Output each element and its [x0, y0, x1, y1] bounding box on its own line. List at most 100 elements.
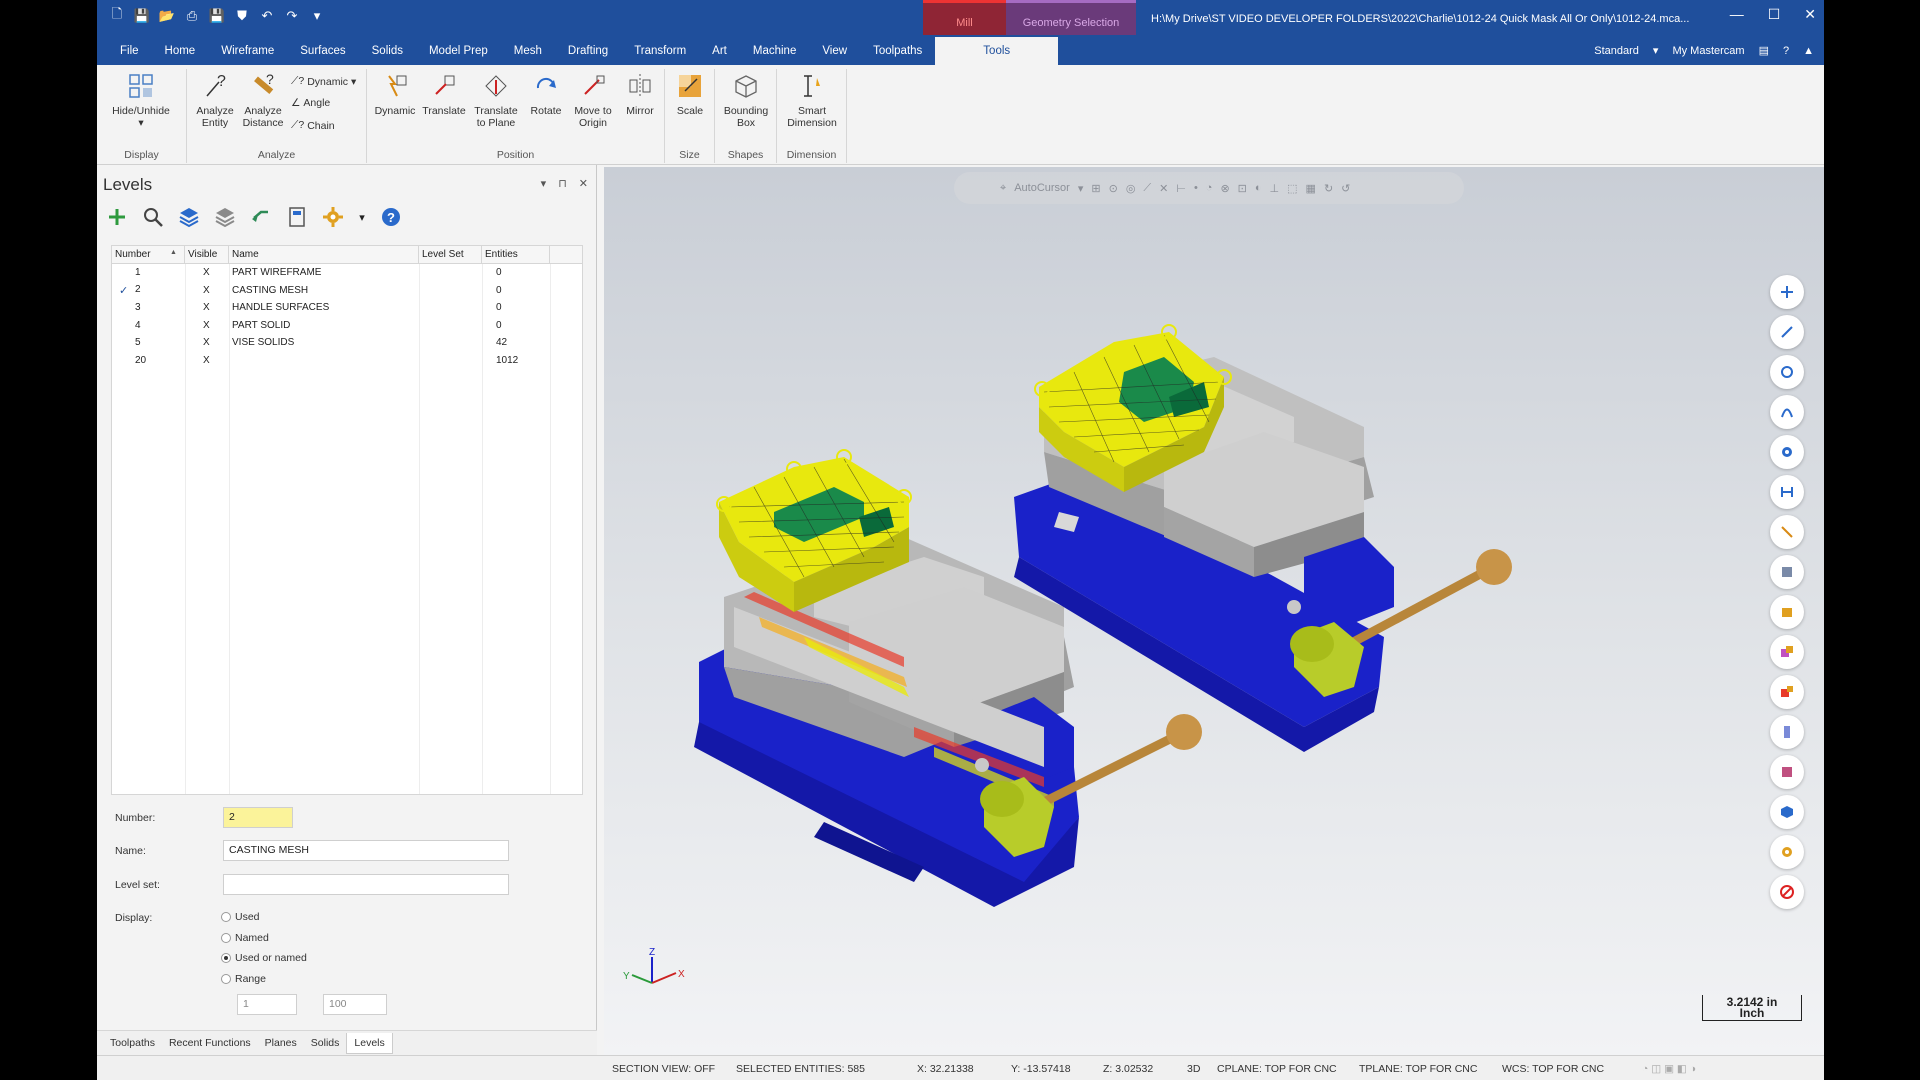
model-view[interactable]: Z X Y — [604, 167, 1824, 1055]
display-option-used-or-named[interactable]: Used or named — [221, 952, 307, 964]
attribute-icon[interactable] — [1770, 755, 1804, 789]
manager-tab-toolpaths[interactable]: Toolpaths — [103, 1033, 162, 1053]
extrude-icon[interactable] — [1770, 595, 1804, 629]
manager-tab-recent-functions[interactable]: Recent Functions — [162, 1033, 258, 1053]
range-to-field[interactable]: 100 — [323, 994, 387, 1015]
display-option-range[interactable]: Range — [221, 973, 266, 985]
visible-toggle[interactable]: X — [185, 302, 229, 313]
solid-icon[interactable] — [1770, 555, 1804, 589]
trim-icon[interactable] — [1770, 515, 1804, 549]
layers-gray-icon[interactable] — [213, 205, 237, 229]
smart-dimension-button[interactable]: Smart Dimension — [781, 71, 843, 129]
table-row[interactable]: 4 X PART SOLID 0 — [112, 317, 582, 335]
workspace-dropdown-icon[interactable]: ▾ — [1653, 44, 1659, 57]
tab-art[interactable]: Art — [699, 45, 740, 65]
tab-surfaces[interactable]: Surfaces — [287, 45, 358, 65]
rotate-button[interactable]: Rotate — [525, 71, 567, 117]
view-options-icon[interactable]: ◔ ◫ ▣ ◧ ◑ — [1642, 1063, 1696, 1075]
help-circle-icon[interactable]: ? — [379, 205, 403, 229]
gear-icon[interactable] — [1770, 435, 1804, 469]
add-icon[interactable] — [1770, 275, 1804, 309]
tplane-status[interactable]: TPLANE: TOP FOR CNC — [1359, 1063, 1477, 1075]
translate-to-plane-button[interactable]: Translate to Plane — [469, 71, 523, 129]
level-set-field[interactable] — [223, 874, 509, 895]
column-header-level-set[interactable]: Level Set — [419, 246, 482, 263]
sort-asc-icon[interactable]: ▲ — [170, 249, 177, 256]
level-icon[interactable] — [1770, 715, 1804, 749]
tab-solids[interactable]: Solids — [359, 45, 416, 65]
search-icon[interactable] — [141, 205, 165, 229]
pin-icon[interactable]: ⊓ — [558, 177, 567, 190]
context-tab-mill[interactable]: Mill — [923, 0, 1006, 35]
name-field[interactable]: CASTING MESH — [223, 840, 509, 861]
save-icon[interactable]: 💾 — [134, 8, 150, 24]
angle-button[interactable]: ∠ Angle — [291, 97, 330, 109]
feedback-icon[interactable]: ▤ — [1759, 44, 1769, 57]
my-mastercam-button[interactable]: My Mastercam — [1672, 45, 1744, 57]
dynamic-analyze-button[interactable]: ⟋? Dynamic ▾ — [291, 75, 356, 88]
bounding-box-button[interactable]: Bounding Box — [719, 71, 773, 129]
column-header-visible[interactable]: Visible — [185, 246, 229, 263]
move-to-origin-button[interactable]: Move to Origin — [567, 71, 619, 129]
range-from-field[interactable]: 1 — [237, 994, 297, 1015]
undo-icon[interactable]: ↶ — [259, 8, 275, 24]
table-row[interactable]: ✓ 2 X CASTING MESH 0 — [112, 282, 582, 300]
tab-home[interactable]: Home — [152, 45, 209, 65]
dynamic-position-button[interactable]: Dynamic — [371, 71, 419, 117]
boolean-icon[interactable] — [1770, 635, 1804, 669]
tab-mesh[interactable]: Mesh — [501, 45, 555, 65]
tab-drafting[interactable]: Drafting — [555, 45, 621, 65]
tab-toolpaths[interactable]: Toolpaths — [860, 45, 935, 65]
table-row[interactable]: 5 X VISE SOLIDS 42 — [112, 334, 582, 352]
curve-icon[interactable] — [1770, 395, 1804, 429]
tab-transform[interactable]: Transform — [621, 45, 699, 65]
layers-icon[interactable] — [177, 205, 201, 229]
context-tab-geometry-selection[interactable]: Geometry Selection — [1006, 0, 1136, 35]
clear-icon[interactable] — [1770, 875, 1804, 909]
hide-unhide-button[interactable]: Hide/Unhide ▾ — [105, 71, 177, 129]
mode-toggle[interactable]: 3D — [1187, 1063, 1200, 1075]
customize-icon[interactable]: ▾ — [309, 8, 325, 24]
workspace-selector[interactable]: Standard — [1594, 45, 1639, 57]
display-option-used[interactable]: Used — [221, 911, 260, 923]
cplane-status[interactable]: CPLANE: TOP FOR CNC — [1217, 1063, 1337, 1075]
visible-toggle[interactable]: X — [185, 267, 229, 278]
print-icon[interactable]: ⎙ — [184, 8, 200, 24]
manager-tab-solids[interactable]: Solids — [304, 1033, 347, 1053]
tab-wireframe[interactable]: Wireframe — [208, 45, 287, 65]
view-cube-icon[interactable] — [1770, 795, 1804, 829]
new-file-icon[interactable]: 🗋 — [109, 6, 125, 24]
help-icon[interactable]: ? — [1783, 45, 1789, 57]
measure-icon[interactable] — [1770, 475, 1804, 509]
scale-button[interactable]: Scale — [669, 71, 711, 117]
minimize-icon[interactable]: — — [1730, 6, 1744, 23]
add-level-icon[interactable] — [105, 205, 129, 229]
manager-tab-levels[interactable]: Levels — [346, 1032, 393, 1054]
manager-tab-planes[interactable]: Planes — [258, 1033, 304, 1053]
analyze-entity-button[interactable]: ? Analyze Entity — [193, 71, 237, 129]
table-row[interactable]: 3 X HANDLE SURFACES 0 — [112, 299, 582, 317]
color-icon[interactable] — [1770, 675, 1804, 709]
tab-file[interactable]: File — [107, 45, 152, 65]
wcs-status[interactable]: WCS: TOP FOR CNC — [1502, 1063, 1604, 1075]
table-row[interactable]: 1 X PART WIREFRAME 0 — [112, 264, 582, 282]
section-view-status[interactable]: SECTION VIEW: OFF — [612, 1063, 715, 1075]
settings-gear-icon[interactable] — [1770, 835, 1804, 869]
settings-icon[interactable] — [321, 205, 345, 229]
level-set-icon[interactable] — [285, 205, 309, 229]
number-field[interactable]: 2 — [223, 807, 293, 828]
analyze-icon[interactable] — [1770, 315, 1804, 349]
redo-icon[interactable]: ↷ — [284, 8, 300, 24]
tab-model-prep[interactable]: Model Prep — [416, 45, 501, 65]
circle-icon[interactable] — [1770, 355, 1804, 389]
chain-button[interactable]: ⟋? Chain — [291, 119, 335, 132]
column-header-entities[interactable]: Entities — [482, 246, 550, 263]
translate-button[interactable]: Translate — [419, 71, 469, 117]
bookmark-icon[interactable]: ⛊ — [234, 8, 250, 24]
visible-toggle[interactable]: X — [185, 285, 229, 296]
maximize-icon[interactable]: ☐ — [1768, 6, 1781, 23]
settings-dropdown-icon[interactable]: ▾ — [357, 205, 367, 229]
open-icon[interactable]: 📂 — [159, 8, 175, 24]
analyze-distance-button[interactable]: ? Analyze Distance — [239, 71, 287, 129]
visible-toggle[interactable]: X — [185, 320, 229, 331]
